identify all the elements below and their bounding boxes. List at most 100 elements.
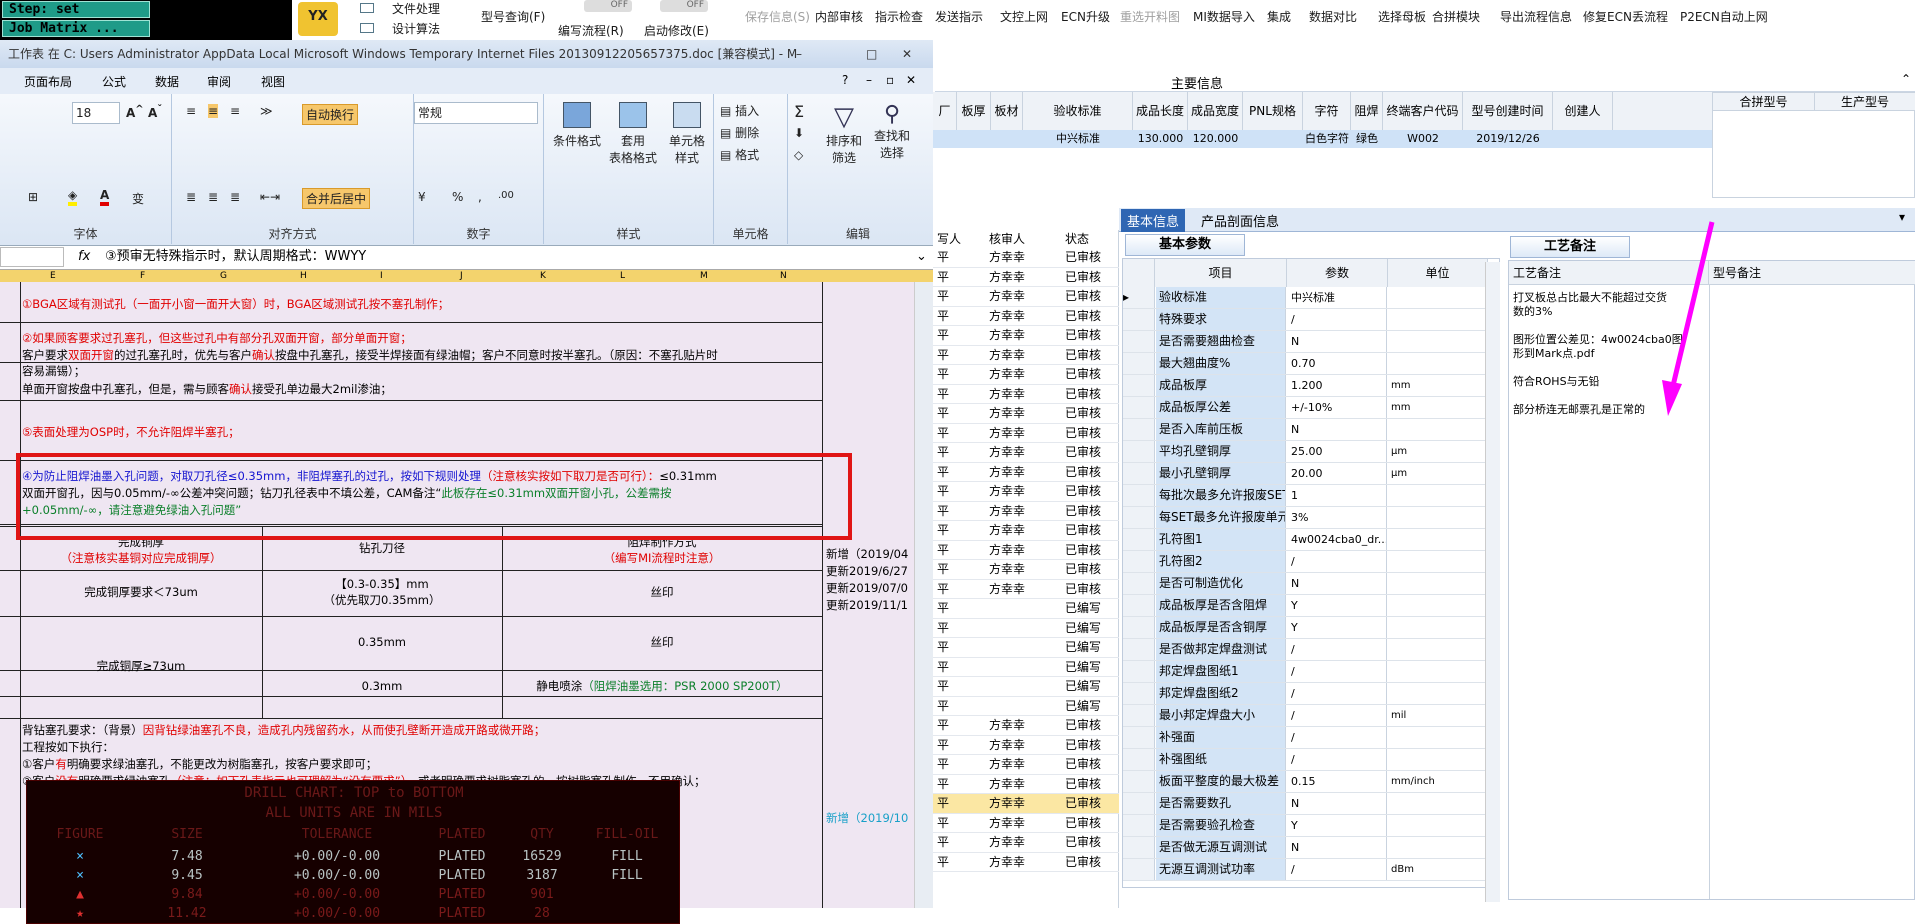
fx-label[interactable]: fx <box>78 246 90 268</box>
main-info-cell-7[interactable]: 白色字符 <box>1303 130 1351 148</box>
orientation-icon[interactable]: ≫ <box>260 104 273 118</box>
name-box[interactable] <box>0 247 64 267</box>
main-info-col-7[interactable]: 字符 <box>1303 92 1351 130</box>
write-flow-button[interactable]: 编写流程(R) <box>558 22 624 39</box>
font-color-icon[interactable]: A <box>100 188 110 206</box>
param-row[interactable]: 是否做邦定焊盘测试 / <box>1123 639 1488 661</box>
table-r2c3[interactable]: 丝印 <box>502 634 822 651</box>
params-header-0[interactable]: 项目 <box>1155 259 1287 287</box>
sheet-line-1[interactable]: ①BGA区域有测试孔（一面开小窗一面开大窗）时，BGA区域测试孔按不塞孔制作； <box>22 296 449 313</box>
main-info-col-8[interactable]: 阻焊 <box>1351 92 1383 130</box>
param-value[interactable]: 1 <box>1287 485 1387 506</box>
param-value[interactable]: / <box>1287 683 1387 704</box>
list-row[interactable]: 平 方幸幸 已审核 <box>933 385 1119 404</box>
tab-data[interactable]: 数据 <box>155 73 179 90</box>
process-notes-tab[interactable]: 工艺备注 <box>1510 236 1630 258</box>
toolbar-button-4[interactable]: 文控上网 <box>1000 8 1048 25</box>
ribbon-restore-icon[interactable]: ▫ <box>886 73 894 87</box>
side-note-bottom[interactable]: 新增（2019/10 <box>826 810 908 827</box>
align-bottom-icon[interactable]: ≡ <box>230 104 240 118</box>
list-row[interactable]: 平 方幸幸 已审核 <box>933 560 1119 580</box>
list-row[interactable]: 平 方幸幸 已审核 <box>933 463 1119 482</box>
tab-page-layout[interactable]: 页面布局 <box>24 73 72 90</box>
toolbar-button-8[interactable]: 集成 <box>1267 8 1291 25</box>
tab-formulas[interactable]: 公式 <box>102 73 126 90</box>
table-r1c2a[interactable]: 【0.3-0.35】mm <box>262 576 502 593</box>
param-row[interactable]: 最小邦定焊盘大小 / mil <box>1123 705 1488 727</box>
tab-review[interactable]: 审阅 <box>207 73 231 90</box>
param-value[interactable]: / <box>1287 551 1387 572</box>
sheet-line-2a[interactable]: ②如果顾客要求过孔塞孔，但这些过孔中有部分孔双面开窗，部分单面开窗； <box>22 330 412 347</box>
list-row[interactable]: 平 方幸幸 已审核 <box>933 248 1119 268</box>
list-row[interactable]: 平 已编写 <box>933 677 1119 697</box>
list-row[interactable]: 平 方幸幸 已审核 <box>933 307 1119 326</box>
main-info-cell-3[interactable]: 中兴标准 <box>1023 130 1133 148</box>
param-value[interactable]: Y <box>1287 617 1387 638</box>
param-value[interactable]: N <box>1287 793 1387 814</box>
param-value[interactable]: Y <box>1287 595 1387 616</box>
model-query-button[interactable]: 型号查询(F) <box>481 8 545 25</box>
toolbar-button-9[interactable]: 数据对比 <box>1309 8 1357 25</box>
list-row[interactable]: 平 方幸幸 已审核 <box>933 521 1119 541</box>
main-info-col-1[interactable]: 板厚 <box>957 92 991 130</box>
main-info-grid-row[interactable]: 中兴标准 130.000 120.000 白色字符 绿色 W002 2019/12/26 <box>933 130 1713 148</box>
align-middle-icon[interactable]: ≡ <box>208 104 219 118</box>
list-row[interactable]: 平 方幸幸 已审核 <box>933 326 1119 346</box>
list-row[interactable]: 平 已编写 <box>933 638 1119 658</box>
ribbon-close-icon[interactable]: ✕ <box>906 73 916 87</box>
toolbar-button-10[interactable]: 选择母板 <box>1378 8 1426 25</box>
param-value[interactable]: +/-10% <box>1287 397 1387 418</box>
list-row[interactable]: 平 方幸幸 已审核 <box>933 716 1119 736</box>
param-row[interactable]: 每SET最多允许报废单元 3% <box>1123 507 1488 529</box>
param-row[interactable]: 无源互调测试功率 / dBm <box>1123 859 1488 881</box>
toolbar-button-11[interactable]: 合拼模块 <box>1432 8 1480 25</box>
main-info-col-5[interactable]: 成品宽度 <box>1188 92 1243 130</box>
toolbar-button-3[interactable]: 发送指示 <box>935 8 983 25</box>
align-center-icon[interactable]: ≣ <box>208 190 218 204</box>
table-header-drill[interactable]: 钻孔刀径 <box>262 540 502 557</box>
formula-content[interactable]: ③预审无特殊指示时，默认周期格式：WWYY <box>105 246 366 268</box>
side-note-0[interactable]: 新增（2019/04 <box>826 546 908 563</box>
toolbar-button-2[interactable]: 指示检查 <box>875 8 923 25</box>
production-model-header[interactable]: 生产型号 <box>1815 93 1915 111</box>
table-r2c2[interactable]: 0.35mm <box>262 634 502 651</box>
toolbar-button-7[interactable]: MI数据导入 <box>1193 8 1255 25</box>
param-value[interactable]: N <box>1287 573 1387 594</box>
table-header-mask-sub[interactable]: （编写MI流程时注意） <box>502 550 822 567</box>
shrink-font-icon[interactable]: Aˇ <box>148 104 162 120</box>
maximize-icon[interactable]: □ <box>866 40 877 68</box>
merge-center-button[interactable]: 合并后居中 <box>302 188 371 209</box>
align-top-icon[interactable]: ≡ <box>186 104 196 118</box>
param-value[interactable]: / <box>1287 639 1387 660</box>
list-row[interactable]: 平 方幸幸 已审核 <box>933 365 1119 385</box>
list-row[interactable]: 平 已编写 <box>933 619 1119 638</box>
param-value[interactable]: 3% <box>1287 507 1387 528</box>
list-row[interactable]: 平 方幸幸 已审核 <box>933 268 1119 287</box>
design-calc-button[interactable]: 设计算法 <box>360 20 440 37</box>
param-row[interactable]: 成品板厚 1.200 mm <box>1123 375 1488 397</box>
formula-expand-icon[interactable]: ⌄ <box>916 246 927 268</box>
column-letter-L[interactable]: L <box>620 270 625 282</box>
column-letter-K[interactable]: K <box>540 270 546 282</box>
list-row[interactable]: 平 方幸幸 已审核 <box>933 424 1119 443</box>
param-value[interactable]: 20.00 <box>1287 463 1387 484</box>
table-r1c2b[interactable]: （优先取刀0.35mm） <box>262 592 502 609</box>
grow-font-icon[interactable]: A^ <box>126 104 144 120</box>
param-row[interactable]: 最小孔壁铜厚 20.00 μm <box>1123 463 1488 485</box>
column-letter-F[interactable]: F <box>140 270 145 282</box>
main-info-cell-9[interactable]: W002 <box>1383 130 1463 148</box>
list-header-2[interactable]: 状态 <box>1065 230 1089 248</box>
param-row[interactable]: 是否可制造优化 N <box>1123 573 1488 595</box>
fill-color-icon[interactable]: ◈ <box>68 188 78 206</box>
help-icon[interactable]: ? <box>842 73 848 87</box>
minimize-icon[interactable]: – <box>796 40 802 68</box>
font-size-select[interactable]: 18 <box>72 102 120 124</box>
start-modify-button[interactable]: 启动修改(E) <box>644 22 709 39</box>
list-header-0[interactable]: 写人 <box>937 230 961 248</box>
param-row[interactable]: 板面平整度的最大极差 0.15 mm/inch <box>1123 771 1488 793</box>
step-label[interactable]: Step: set <box>2 1 150 18</box>
param-value[interactable]: N <box>1287 419 1387 440</box>
param-value[interactable]: / <box>1287 661 1387 682</box>
param-row[interactable]: 邦定焊盘图纸1/ <box>1123 661 1488 683</box>
sheet-line-b2[interactable]: 工程按如下执行： <box>22 739 114 756</box>
